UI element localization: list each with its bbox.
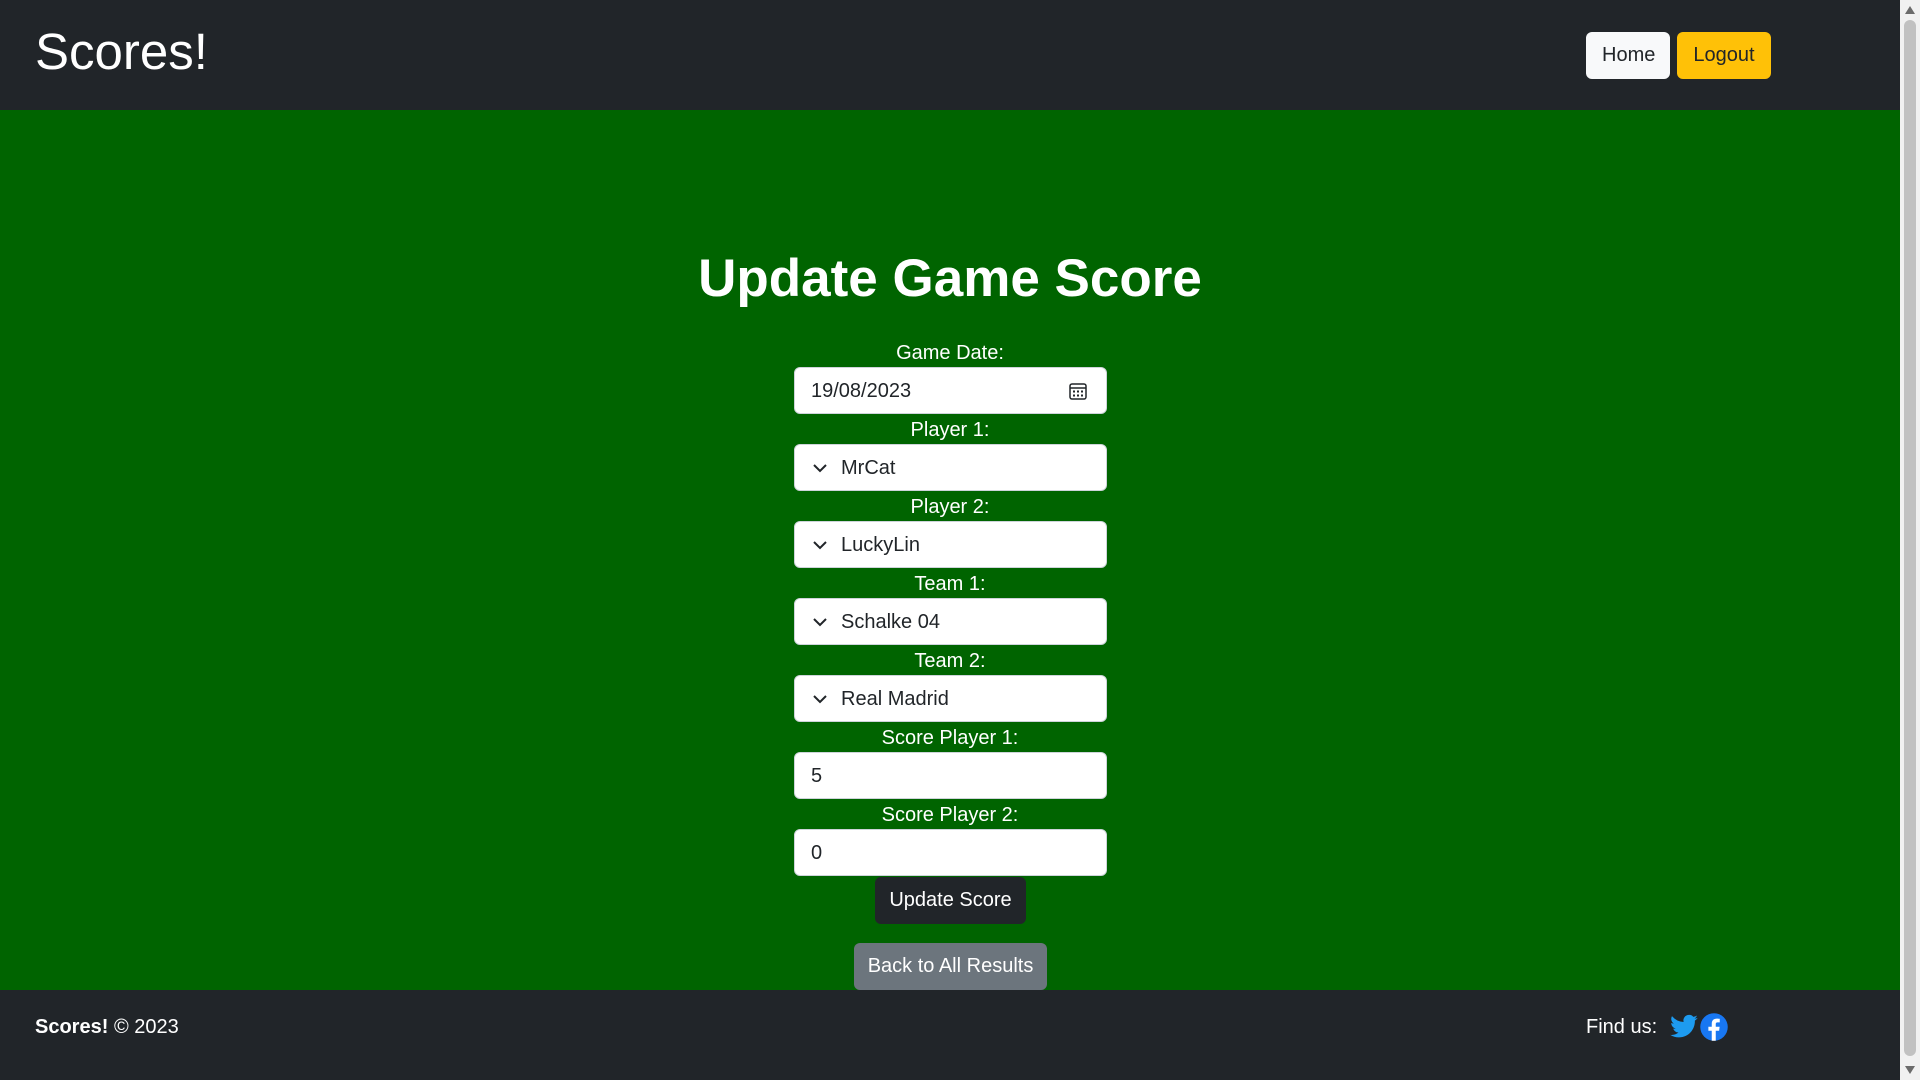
player2-value: LuckyLin — [841, 534, 920, 556]
back-to-results-button[interactable]: Back to All Results — [854, 943, 1047, 990]
scroll-down-icon[interactable] — [1905, 1066, 1915, 1074]
page: Scores! Home Logout Update Game Score Ga… — [0, 0, 1900, 1080]
top-navbar: Scores! Home Logout — [0, 0, 1900, 110]
game-date-label: Game Date: — [896, 342, 1004, 364]
player2-label: Player 2: — [910, 496, 990, 518]
footer: Scores! © 2023 Find us: — [0, 990, 1900, 1080]
update-score-button[interactable]: Update Score — [875, 877, 1026, 924]
player1-label: Player 1: — [910, 419, 990, 441]
home-button[interactable]: Home — [1586, 32, 1670, 79]
facebook-icon[interactable] — [1699, 1012, 1729, 1042]
team1-value: Schalke 04 — [841, 611, 940, 633]
score-player2-label: Score Player 2: — [881, 804, 1019, 826]
team1-select[interactable]: Schalke 04 — [794, 598, 1107, 645]
game-date-value: 19/08/2023 — [811, 380, 912, 402]
chevron-down-icon — [813, 541, 827, 550]
score-player2-value: 0 — [811, 842, 823, 864]
brand-title[interactable]: Scores! — [35, 22, 208, 81]
logout-button[interactable]: Logout — [1677, 32, 1771, 79]
footer-brand: Scores! — [35, 1016, 109, 1038]
footer-copyright-text: © 2023 — [113, 1016, 179, 1038]
vertical-scrollbar[interactable] — [1900, 0, 1920, 1080]
scroll-up-icon[interactable] — [1905, 6, 1915, 14]
player1-select[interactable]: MrCat — [794, 444, 1107, 491]
scrollbar-thumb[interactable] — [1904, 20, 1916, 1056]
team1-label: Team 1: — [914, 573, 986, 595]
game-date-input[interactable]: 19/08/2023 — [794, 367, 1107, 414]
chevron-down-icon — [813, 618, 827, 627]
team2-value: Real Madrid — [841, 688, 949, 710]
chevron-down-icon — [813, 695, 827, 704]
score-player1-label: Score Player 1: — [881, 727, 1019, 749]
footer-copyright: Scores! © 2023 — [35, 1016, 179, 1039]
team2-select[interactable]: Real Madrid — [794, 675, 1107, 722]
chevron-down-icon — [813, 464, 827, 473]
score-player1-input[interactable]: 5 — [794, 752, 1107, 799]
page-title: Update Game Score — [698, 249, 1202, 308]
player2-select[interactable]: LuckyLin — [794, 521, 1107, 568]
calendar-icon[interactable] — [1068, 381, 1088, 401]
player1-value: MrCat — [841, 457, 896, 479]
main-content: Update Game Score Game Date: 19/08/2023 … — [0, 110, 1900, 990]
team2-label: Team 2: — [914, 650, 986, 672]
twitter-icon[interactable] — [1669, 1012, 1699, 1042]
find-us-label: Find us: — [1586, 1016, 1658, 1038]
score-player2-input[interactable]: 0 — [794, 829, 1107, 876]
score-player1-value: 5 — [811, 765, 823, 787]
